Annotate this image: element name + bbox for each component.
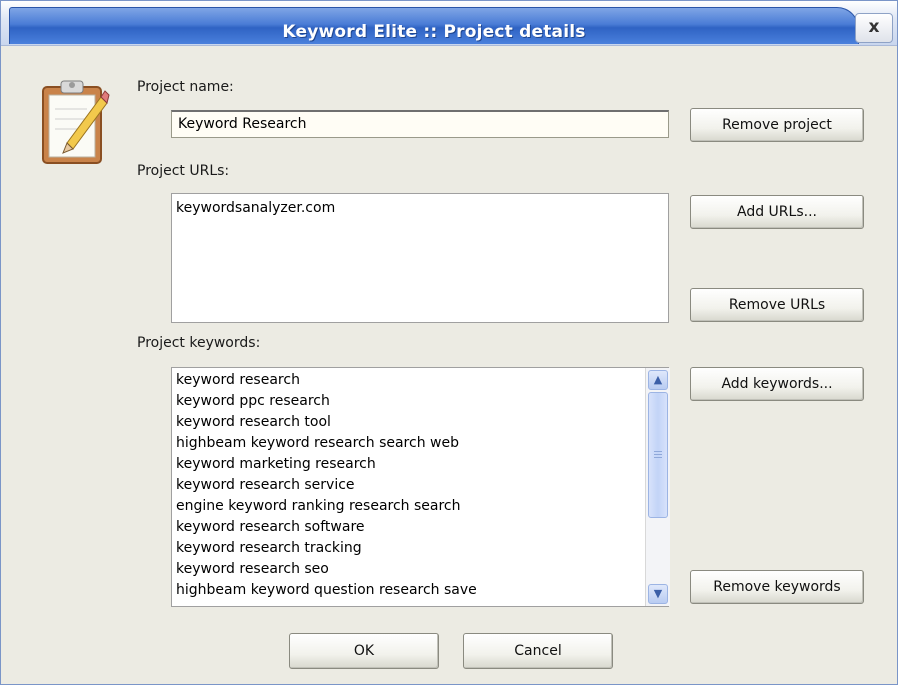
keyword-item[interactable]: keyword research software: [172, 517, 668, 538]
url-item[interactable]: keywordsanalyzer.com: [172, 198, 668, 219]
keyword-item[interactable]: keyword marketing research: [172, 454, 668, 475]
ok-button[interactable]: OK: [289, 633, 439, 669]
clipboard-pencil-icon: [37, 73, 111, 167]
add-urls-button[interactable]: Add URLs...: [690, 195, 864, 229]
add-keywords-button[interactable]: Add keywords...: [690, 367, 864, 401]
dialog-title: Keyword Elite :: Project details: [282, 22, 586, 42]
project-urls-list[interactable]: keywordsanalyzer.com: [171, 193, 669, 323]
keyword-item[interactable]: keyword research tool: [172, 412, 668, 433]
remove-project-button[interactable]: Remove project: [690, 108, 864, 142]
scroll-up-icon[interactable]: ▲: [648, 370, 668, 390]
project-urls-label: Project URLs:: [137, 163, 230, 179]
title-tab: Keyword Elite :: Project details: [9, 7, 859, 44]
keyword-item[interactable]: keyword research: [172, 370, 668, 391]
project-keywords-list[interactable]: keyword research keyword ppc research ke…: [171, 367, 669, 607]
scroll-down-icon[interactable]: ▼: [648, 584, 668, 604]
keywords-scrollbar[interactable]: ▲ ▼: [645, 368, 670, 606]
close-button[interactable]: x: [855, 13, 893, 43]
keyword-item[interactable]: keyword research service: [172, 475, 668, 496]
project-name-label: Project name:: [137, 79, 234, 95]
keyword-item[interactable]: keyword research tracking: [172, 538, 668, 559]
keyword-item[interactable]: keyword ppc research: [172, 391, 668, 412]
cancel-button[interactable]: Cancel: [463, 633, 613, 669]
scroll-thumb[interactable]: [648, 392, 668, 518]
remove-urls-button[interactable]: Remove URLs: [690, 288, 864, 322]
project-details-dialog: Keyword Elite :: Project details x Proje…: [0, 0, 898, 685]
remove-keywords-button[interactable]: Remove keywords: [690, 570, 864, 604]
keyword-item[interactable]: engine keyword ranking research search: [172, 496, 668, 517]
project-name-input[interactable]: Keyword Research: [171, 110, 669, 138]
keyword-item[interactable]: highbeam keyword research search web: [172, 433, 668, 454]
keyword-item[interactable]: highbeam keyword question research save: [172, 580, 668, 601]
keyword-item[interactable]: keyword research seo: [172, 559, 668, 580]
title-bar[interactable]: Keyword Elite :: Project details x: [1, 1, 897, 46]
project-keywords-label: Project keywords:: [137, 335, 261, 351]
